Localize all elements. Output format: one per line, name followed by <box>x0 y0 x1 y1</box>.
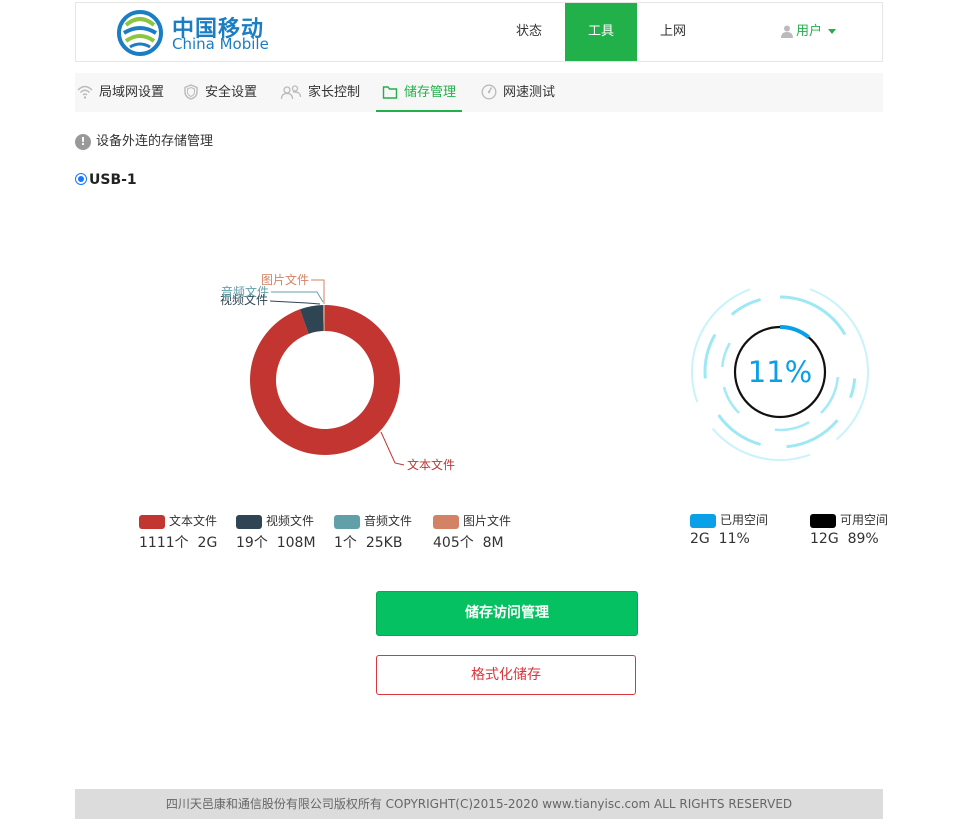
gauge-value-arc <box>779 325 810 339</box>
legend-size: 108M <box>276 535 316 551</box>
folder-icon <box>382 85 398 99</box>
legend-size: 25KB <box>365 535 403 551</box>
user-icon <box>781 25 793 38</box>
china-mobile-logo-icon <box>117 10 163 56</box>
tab-lan-settings[interactable]: 局域网设置 <box>77 73 164 112</box>
legend-item[interactable]: 视频文件 19个 108M <box>236 512 316 552</box>
tab-label: 储存管理 <box>404 85 457 100</box>
legend-swatch <box>334 514 360 529</box>
legend-name: 已用空间 <box>720 513 769 527</box>
user-menu-label: 用户 <box>796 24 823 39</box>
legend-swatch <box>690 513 716 528</box>
storage-usage-gauge: 11% <box>691 288 869 461</box>
donut-slice-label: 文本文件 <box>407 457 455 472</box>
storage-access-management-button[interactable]: 储存访问管理 <box>376 591 638 636</box>
speedometer-icon <box>481 84 497 99</box>
tab-label: 安全设置 <box>205 85 258 100</box>
info-icon: ! <box>75 133 91 150</box>
legend-name: 图片文件 <box>463 514 512 528</box>
format-storage-button[interactable]: 格式化储存 <box>376 655 636 695</box>
legend-item[interactable]: 图片文件 405个 8M <box>433 512 511 552</box>
legend-count: 1个 <box>334 535 357 551</box>
chevron-down-icon <box>828 29 837 34</box>
top-header: 中国移动 China Mobile 状态 工具 上网 用户 <box>75 2 883 62</box>
tab-label: 局域网设置 <box>99 85 165 100</box>
user-menu[interactable]: 用户 <box>781 3 837 61</box>
legend-count: 1111个 <box>139 535 189 551</box>
storage-notice: ! 设备外连的存储管理 <box>75 130 213 150</box>
tab-speed-test[interactable]: 网速测试 <box>481 73 555 112</box>
legend-percent: 11% <box>718 531 750 547</box>
legend-size: 2G <box>197 535 218 551</box>
legend-swatch <box>810 513 836 528</box>
brand-name-en: China Mobile <box>172 35 269 53</box>
legend-name: 文本文件 <box>169 514 218 528</box>
copyright-footer: 四川天邑康和通信股份有限公司版权所有 COPYRIGHT(C)2015-2020… <box>75 789 883 819</box>
nav-item-tools[interactable]: 工具 <box>565 3 637 61</box>
legend-name: 音频文件 <box>364 514 413 528</box>
nav-item-internet[interactable]: 上网 <box>637 3 709 61</box>
legend-size: 8M <box>482 535 504 551</box>
tab-label: 网速测试 <box>503 85 556 100</box>
gauge-decor-arc <box>720 342 731 368</box>
legend-size: 12G <box>810 531 839 547</box>
gauge-decor-arc <box>703 333 717 379</box>
legend-item[interactable]: 文本文件 1111个 2G <box>139 512 217 552</box>
radio-button[interactable] <box>75 173 87 185</box>
tab-label: 家长控制 <box>308 85 361 100</box>
users-icon <box>280 84 302 99</box>
nav-item-status[interactable]: 状态 <box>493 3 565 61</box>
shield-icon <box>184 83 198 100</box>
gauge-decor-arc <box>774 421 810 432</box>
donut-slice-label: 图片文件 <box>261 272 309 287</box>
tool-tabs: 局域网设置 安全设置 家长控制 储存管理 网速测试 <box>75 73 883 112</box>
legend-swatch <box>139 514 165 529</box>
tab-storage-management[interactable]: 储存管理 <box>375 73 463 112</box>
gauge-percent-label: 11% <box>748 355 812 389</box>
gauge-decor-arc <box>809 288 869 441</box>
notice-text: 设备外连的存储管理 <box>96 134 214 149</box>
legend-used-space: 已用空间 2G 11% <box>690 511 768 547</box>
legend-name: 视频文件 <box>266 514 315 528</box>
tab-parental-control[interactable]: 家长控制 <box>280 73 360 112</box>
usb-radio-option[interactable]: USB-1 <box>75 172 137 188</box>
tab-security-settings[interactable]: 安全设置 <box>183 73 257 112</box>
legend-swatch <box>433 514 459 529</box>
usb-label: USB-1 <box>89 172 137 188</box>
gauge-decor-arc <box>722 386 740 414</box>
donut-label-line <box>380 431 405 466</box>
donut-label-line <box>271 291 324 303</box>
legend-swatch <box>236 514 262 529</box>
gauge-decor-arc <box>849 378 857 399</box>
legend-free-space: 可用空间 12G 89% <box>810 511 888 547</box>
wifi-icon <box>77 85 93 99</box>
donut-label-line <box>269 300 321 305</box>
legend-percent: 89% <box>847 531 879 547</box>
legend-count: 19个 <box>236 535 268 551</box>
legend-name: 可用空间 <box>840 513 889 527</box>
legend-item[interactable]: 音频文件 1个 25KB <box>334 512 412 552</box>
gauge-decor-arc <box>730 298 762 316</box>
legend-count: 405个 <box>433 535 474 551</box>
gauge-decor-arc <box>786 419 839 449</box>
china-mobile-logo: 中国移动 China Mobile <box>116 7 276 57</box>
legend-size: 2G <box>690 531 710 547</box>
file-type-donut-chart: 文本文件视频文件音频文件图片文件 <box>220 272 455 472</box>
